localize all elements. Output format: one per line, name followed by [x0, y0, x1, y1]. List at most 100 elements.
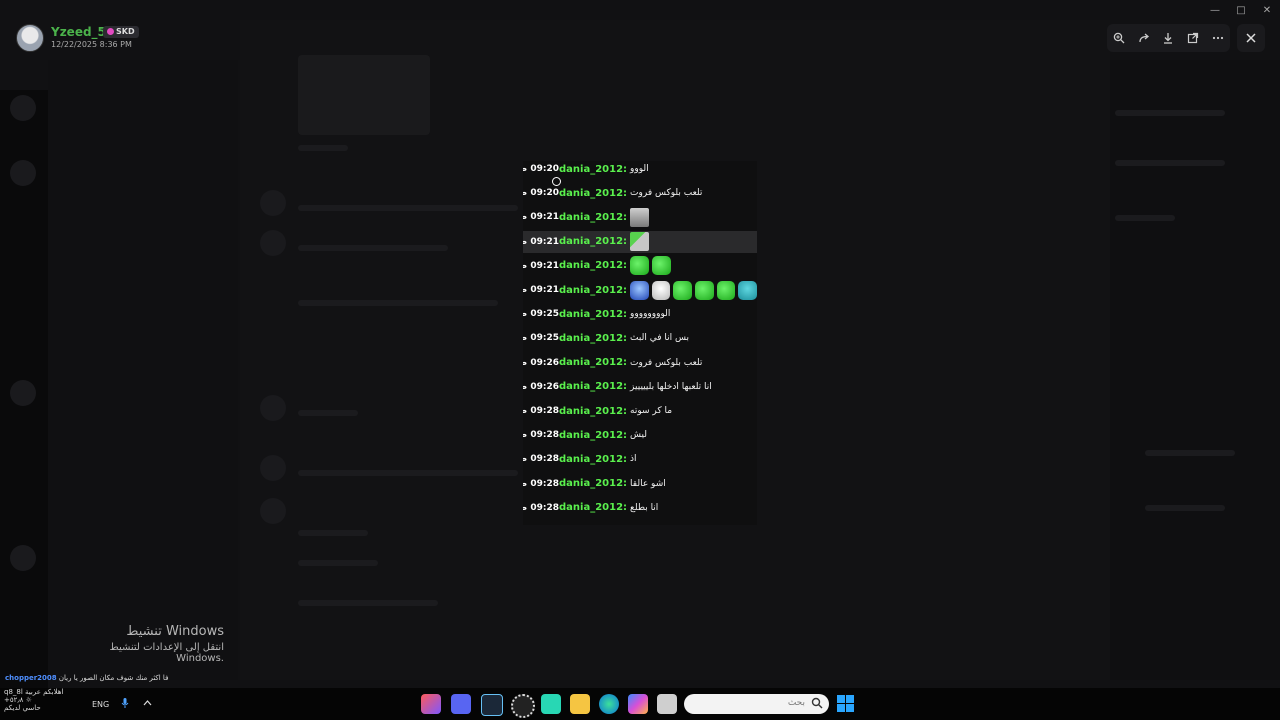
- chat-log-message: الوووووووو: [630, 309, 671, 320]
- uploader-avatar[interactable]: [16, 24, 44, 52]
- viewer-toolbar: [1107, 24, 1230, 52]
- media-viewer-header: Yzeed_5ll SKD 12/22/2025 8:36 PM: [0, 0, 1280, 76]
- chat-log-time: 09:20 ص: [523, 188, 559, 199]
- emoji-icon: [630, 207, 650, 227]
- chat-log-time: 09:28 ص: [523, 406, 559, 416]
- badge-text: SKD: [116, 27, 135, 36]
- guild-tag-badge: SKD: [103, 26, 139, 38]
- member-list: [1110, 60, 1280, 680]
- chat-log-message: الووو: [630, 164, 649, 174]
- more-icon[interactable]: [1208, 28, 1228, 48]
- emoji-icon: [652, 256, 672, 276]
- ghost-server-icon: [10, 95, 36, 121]
- chat-log-username: dania_2012:: [559, 405, 628, 417]
- zoom-in-icon[interactable]: [1109, 28, 1129, 48]
- taskbar-search[interactable]: بحث: [684, 694, 829, 714]
- chat-log-time: 09:26 ص: [523, 381, 559, 392]
- microphone-icon[interactable]: [121, 697, 129, 709]
- chat-log-row: 09:21 صdania_2012:: [523, 206, 757, 228]
- ghost-avatar: [260, 455, 286, 481]
- start-button[interactable]: [837, 695, 854, 712]
- settings-gear-icon[interactable]: [511, 694, 535, 718]
- emoji-icon: [630, 232, 650, 252]
- chat-log-time: 09:20 ص: [523, 164, 559, 174]
- chat-log-time: 09:25 ص: [523, 309, 559, 320]
- capcut-icon[interactable]: [421, 694, 441, 714]
- chat-log-username: dania_2012:: [559, 260, 628, 272]
- emoji-icon: [630, 280, 649, 300]
- steam-icon[interactable]: [481, 694, 503, 716]
- ghost-line: [1115, 110, 1225, 116]
- chat-log-row: 09:21 صdania_2012:: [523, 279, 757, 301]
- chat-log-username: dania_2012:: [559, 453, 628, 465]
- ghost-line: [1145, 450, 1235, 456]
- chat-log-time: 09:25 ص: [523, 333, 559, 344]
- ghost-line: [1115, 215, 1175, 221]
- search-placeholder: بحث: [787, 698, 805, 708]
- chat-log-time: 09:26 ص: [523, 357, 559, 368]
- ghost-line: [298, 530, 368, 536]
- ghost-server-icon: [10, 160, 36, 186]
- ghost-line: [298, 410, 358, 416]
- chat-log-username: dania_2012:: [559, 502, 628, 514]
- emoji-icon: [738, 280, 757, 300]
- ghost-line: [298, 145, 348, 151]
- tray-line: +٥٢٫٨ ☼: [4, 696, 32, 704]
- chat-log-message: بس انا في البث: [630, 333, 689, 344]
- ghost-line: [1145, 505, 1225, 511]
- ghost-line: [298, 560, 378, 566]
- ghost-avatar: [260, 395, 286, 421]
- ghost-server-icon: [10, 545, 36, 571]
- ghost-line: [298, 600, 438, 606]
- chat-log-row: 09:28 صdania_2012:اذ: [523, 448, 757, 470]
- emoji-icon: [630, 256, 650, 276]
- chat-log-username: dania_2012:: [559, 478, 628, 490]
- chat-log-message: اذ: [630, 454, 637, 465]
- stream-notification: chopper2008 فا اكثر منك شوف مكان الصور ي…: [5, 674, 168, 682]
- tray-line: حاسي لديكم: [4, 704, 41, 712]
- chat-log-row: 09:25 صdania_2012:بس انا في البث: [523, 327, 757, 349]
- ghost-line: [298, 300, 498, 306]
- search-icon: [811, 697, 823, 709]
- chat-log-row: 09:28 صdania_2012:انا بطلع: [523, 497, 757, 519]
- chat-log-username: dania_2012:: [559, 187, 628, 199]
- language-indicator[interactable]: ENG: [92, 700, 109, 709]
- window-app-icon[interactable]: [657, 694, 677, 714]
- chat-log-time: 09:21 ص: [523, 260, 559, 271]
- tray-chevron-up-icon[interactable]: [143, 700, 152, 706]
- emoji-icon: [651, 280, 671, 300]
- close-viewer-button[interactable]: [1237, 24, 1265, 52]
- chat-log-message: تلعب بلوكس فروت: [630, 188, 703, 199]
- chat-log-row: 09:21 صdania_2012:: [523, 230, 757, 253]
- open-external-icon[interactable]: [1183, 28, 1203, 48]
- ghost-line: [1115, 160, 1225, 166]
- chat-log-username: dania_2012:: [559, 308, 628, 320]
- tray-widget[interactable]: q8_8l اهلابكم عربية +٥٢٫٨ ☼ حاسي لديكم: [4, 688, 63, 712]
- chat-log-time: 09:28 ص: [523, 478, 559, 489]
- folder-icon[interactable]: [570, 694, 590, 714]
- chat-log-username: dania_2012:: [559, 429, 628, 441]
- tray-line: q8_8l اهلابكم عربية: [4, 688, 64, 696]
- notification-user: chopper2008: [5, 674, 57, 682]
- copilot-icon[interactable]: [628, 694, 648, 714]
- chat-log-username: dania_2012:: [559, 163, 628, 175]
- chat-app-icon[interactable]: [541, 694, 561, 714]
- edge-icon[interactable]: [599, 694, 619, 714]
- chat-log-time: 09:21 ص: [523, 236, 559, 247]
- chat-log-time: 09:28 ص: [523, 502, 559, 513]
- chat-log-message: انا تلعبها ادخلها بليييييز: [630, 381, 712, 392]
- download-icon[interactable]: [1158, 28, 1178, 48]
- chat-log-message: ما كر سوته: [630, 406, 673, 416]
- ghost-line: [298, 245, 448, 251]
- channel-sidebar: [48, 60, 238, 680]
- discord-icon[interactable]: [451, 694, 471, 714]
- emoji-icon: [695, 280, 714, 300]
- ghost-avatar: [260, 498, 286, 524]
- chat-log-row: 09:25 صdania_2012:الوووووووو: [523, 303, 757, 325]
- chat-log-username: dania_2012:: [559, 332, 628, 344]
- badge-icon: [107, 28, 114, 35]
- chat-log-row: 09:26 صdania_2012:تلعب بلوكس فروت: [523, 352, 757, 374]
- viewed-image[interactable]: 09:20 صdania_2012:الووو09:20 صdania_2012…: [523, 161, 757, 525]
- forward-icon[interactable]: [1134, 28, 1154, 48]
- chat-log-time: 09:28 ص: [523, 430, 559, 441]
